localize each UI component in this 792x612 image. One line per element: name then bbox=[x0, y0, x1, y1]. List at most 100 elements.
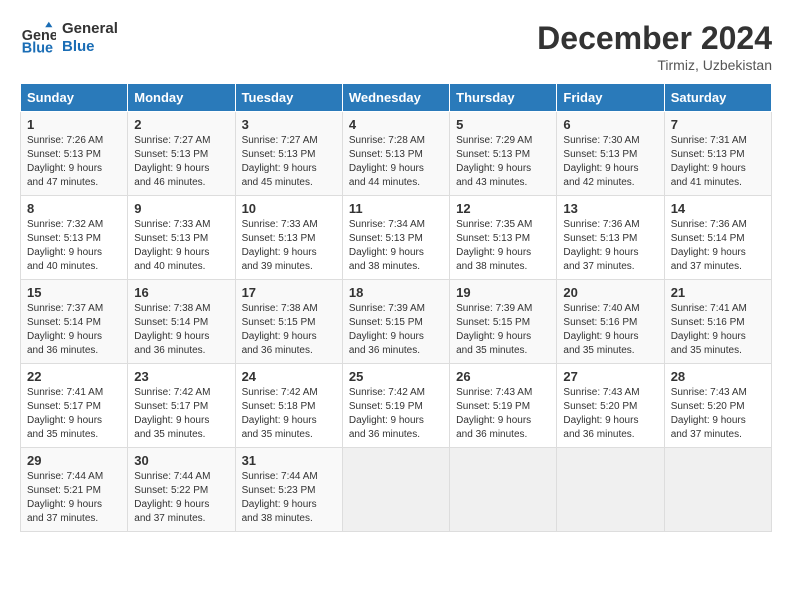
day-of-week-header: Saturday bbox=[664, 84, 771, 112]
calendar-cell: 22 Sunrise: 7:41 AM Sunset: 5:17 PM Dayl… bbox=[21, 364, 128, 448]
day-info: Sunrise: 7:38 AM Sunset: 5:15 PM Dayligh… bbox=[242, 302, 336, 358]
calendar-cell: 11 Sunrise: 7:34 AM Sunset: 5:13 PM Dayl… bbox=[342, 196, 449, 280]
day-number: 17 bbox=[242, 285, 336, 300]
day-info: Sunrise: 7:42 AM Sunset: 5:19 PM Dayligh… bbox=[349, 386, 443, 442]
calendar-cell: 12 Sunrise: 7:35 AM Sunset: 5:13 PM Dayl… bbox=[450, 196, 557, 280]
calendar-cell: 13 Sunrise: 7:36 AM Sunset: 5:13 PM Dayl… bbox=[557, 196, 664, 280]
calendar-body: 1 Sunrise: 7:26 AM Sunset: 5:13 PM Dayli… bbox=[21, 112, 772, 532]
day-info: Sunrise: 7:27 AM Sunset: 5:13 PM Dayligh… bbox=[134, 134, 228, 190]
day-number: 22 bbox=[27, 369, 121, 384]
calendar-week-row: 29 Sunrise: 7:44 AM Sunset: 5:21 PM Dayl… bbox=[21, 448, 772, 532]
day-number: 11 bbox=[349, 201, 443, 216]
calendar-cell: 25 Sunrise: 7:42 AM Sunset: 5:19 PM Dayl… bbox=[342, 364, 449, 448]
day-info: Sunrise: 7:26 AM Sunset: 5:13 PM Dayligh… bbox=[27, 134, 121, 190]
day-number: 27 bbox=[563, 369, 657, 384]
day-info: Sunrise: 7:42 AM Sunset: 5:17 PM Dayligh… bbox=[134, 386, 228, 442]
calendar-cell: 7 Sunrise: 7:31 AM Sunset: 5:13 PM Dayli… bbox=[664, 112, 771, 196]
svg-text:Blue: Blue bbox=[22, 40, 53, 56]
day-number: 21 bbox=[671, 285, 765, 300]
day-number: 20 bbox=[563, 285, 657, 300]
day-number: 1 bbox=[27, 117, 121, 132]
header: General Blue General Blue December 2024 … bbox=[20, 20, 772, 73]
calendar-cell: 20 Sunrise: 7:40 AM Sunset: 5:16 PM Dayl… bbox=[557, 280, 664, 364]
calendar-cell: 3 Sunrise: 7:27 AM Sunset: 5:13 PM Dayli… bbox=[235, 112, 342, 196]
calendar-cell: 24 Sunrise: 7:42 AM Sunset: 5:18 PM Dayl… bbox=[235, 364, 342, 448]
logo: General Blue General Blue bbox=[20, 20, 118, 56]
calendar-cell: 28 Sunrise: 7:43 AM Sunset: 5:20 PM Dayl… bbox=[664, 364, 771, 448]
day-info: Sunrise: 7:43 AM Sunset: 5:20 PM Dayligh… bbox=[563, 386, 657, 442]
calendar-cell bbox=[664, 448, 771, 532]
day-of-week-header: Tuesday bbox=[235, 84, 342, 112]
day-number: 2 bbox=[134, 117, 228, 132]
day-info: Sunrise: 7:44 AM Sunset: 5:22 PM Dayligh… bbox=[134, 470, 228, 526]
day-number: 28 bbox=[671, 369, 765, 384]
day-number: 31 bbox=[242, 453, 336, 468]
calendar-cell: 19 Sunrise: 7:39 AM Sunset: 5:15 PM Dayl… bbox=[450, 280, 557, 364]
day-info: Sunrise: 7:42 AM Sunset: 5:18 PM Dayligh… bbox=[242, 386, 336, 442]
calendar-cell: 16 Sunrise: 7:38 AM Sunset: 5:14 PM Dayl… bbox=[128, 280, 235, 364]
day-number: 4 bbox=[349, 117, 443, 132]
calendar-header-row: SundayMondayTuesdayWednesdayThursdayFrid… bbox=[21, 84, 772, 112]
day-number: 10 bbox=[242, 201, 336, 216]
calendar-cell: 27 Sunrise: 7:43 AM Sunset: 5:20 PM Dayl… bbox=[557, 364, 664, 448]
day-number: 30 bbox=[134, 453, 228, 468]
day-number: 19 bbox=[456, 285, 550, 300]
day-number: 7 bbox=[671, 117, 765, 132]
day-number: 9 bbox=[134, 201, 228, 216]
calendar-week-row: 1 Sunrise: 7:26 AM Sunset: 5:13 PM Dayli… bbox=[21, 112, 772, 196]
location: Tirmiz, Uzbekistan bbox=[537, 57, 772, 73]
day-of-week-header: Wednesday bbox=[342, 84, 449, 112]
calendar-cell bbox=[557, 448, 664, 532]
day-info: Sunrise: 7:33 AM Sunset: 5:13 PM Dayligh… bbox=[242, 218, 336, 274]
day-info: Sunrise: 7:33 AM Sunset: 5:13 PM Dayligh… bbox=[134, 218, 228, 274]
calendar-week-row: 8 Sunrise: 7:32 AM Sunset: 5:13 PM Dayli… bbox=[21, 196, 772, 280]
day-info: Sunrise: 7:32 AM Sunset: 5:13 PM Dayligh… bbox=[27, 218, 121, 274]
day-info: Sunrise: 7:41 AM Sunset: 5:17 PM Dayligh… bbox=[27, 386, 121, 442]
day-info: Sunrise: 7:44 AM Sunset: 5:21 PM Dayligh… bbox=[27, 470, 121, 526]
day-number: 8 bbox=[27, 201, 121, 216]
calendar-cell: 6 Sunrise: 7:30 AM Sunset: 5:13 PM Dayli… bbox=[557, 112, 664, 196]
day-number: 29 bbox=[27, 453, 121, 468]
day-number: 3 bbox=[242, 117, 336, 132]
calendar-cell: 30 Sunrise: 7:44 AM Sunset: 5:22 PM Dayl… bbox=[128, 448, 235, 532]
calendar-week-row: 22 Sunrise: 7:41 AM Sunset: 5:17 PM Dayl… bbox=[21, 364, 772, 448]
day-number: 23 bbox=[134, 369, 228, 384]
calendar-cell: 8 Sunrise: 7:32 AM Sunset: 5:13 PM Dayli… bbox=[21, 196, 128, 280]
calendar-cell: 31 Sunrise: 7:44 AM Sunset: 5:23 PM Dayl… bbox=[235, 448, 342, 532]
day-number: 26 bbox=[456, 369, 550, 384]
day-info: Sunrise: 7:37 AM Sunset: 5:14 PM Dayligh… bbox=[27, 302, 121, 358]
calendar-cell bbox=[450, 448, 557, 532]
calendar-cell: 14 Sunrise: 7:36 AM Sunset: 5:14 PM Dayl… bbox=[664, 196, 771, 280]
day-of-week-header: Friday bbox=[557, 84, 664, 112]
day-info: Sunrise: 7:28 AM Sunset: 5:13 PM Dayligh… bbox=[349, 134, 443, 190]
day-number: 25 bbox=[349, 369, 443, 384]
logo-line1: General bbox=[62, 20, 118, 38]
day-info: Sunrise: 7:41 AM Sunset: 5:16 PM Dayligh… bbox=[671, 302, 765, 358]
day-of-week-header: Sunday bbox=[21, 84, 128, 112]
day-info: Sunrise: 7:43 AM Sunset: 5:20 PM Dayligh… bbox=[671, 386, 765, 442]
calendar-cell: 9 Sunrise: 7:33 AM Sunset: 5:13 PM Dayli… bbox=[128, 196, 235, 280]
day-info: Sunrise: 7:39 AM Sunset: 5:15 PM Dayligh… bbox=[456, 302, 550, 358]
calendar-cell: 18 Sunrise: 7:39 AM Sunset: 5:15 PM Dayl… bbox=[342, 280, 449, 364]
logo-icon: General Blue bbox=[20, 20, 56, 56]
calendar-cell: 17 Sunrise: 7:38 AM Sunset: 5:15 PM Dayl… bbox=[235, 280, 342, 364]
day-number: 6 bbox=[563, 117, 657, 132]
day-info: Sunrise: 7:30 AM Sunset: 5:13 PM Dayligh… bbox=[563, 134, 657, 190]
title-area: December 2024 Tirmiz, Uzbekistan bbox=[537, 20, 772, 73]
calendar-cell: 2 Sunrise: 7:27 AM Sunset: 5:13 PM Dayli… bbox=[128, 112, 235, 196]
calendar-week-row: 15 Sunrise: 7:37 AM Sunset: 5:14 PM Dayl… bbox=[21, 280, 772, 364]
day-number: 18 bbox=[349, 285, 443, 300]
day-info: Sunrise: 7:40 AM Sunset: 5:16 PM Dayligh… bbox=[563, 302, 657, 358]
day-of-week-header: Thursday bbox=[450, 84, 557, 112]
calendar-cell: 29 Sunrise: 7:44 AM Sunset: 5:21 PM Dayl… bbox=[21, 448, 128, 532]
day-info: Sunrise: 7:31 AM Sunset: 5:13 PM Dayligh… bbox=[671, 134, 765, 190]
day-number: 12 bbox=[456, 201, 550, 216]
day-info: Sunrise: 7:36 AM Sunset: 5:13 PM Dayligh… bbox=[563, 218, 657, 274]
day-info: Sunrise: 7:36 AM Sunset: 5:14 PM Dayligh… bbox=[671, 218, 765, 274]
day-number: 16 bbox=[134, 285, 228, 300]
day-info: Sunrise: 7:38 AM Sunset: 5:14 PM Dayligh… bbox=[134, 302, 228, 358]
day-info: Sunrise: 7:43 AM Sunset: 5:19 PM Dayligh… bbox=[456, 386, 550, 442]
calendar-cell: 10 Sunrise: 7:33 AM Sunset: 5:13 PM Dayl… bbox=[235, 196, 342, 280]
day-number: 14 bbox=[671, 201, 765, 216]
calendar-cell: 4 Sunrise: 7:28 AM Sunset: 5:13 PM Dayli… bbox=[342, 112, 449, 196]
